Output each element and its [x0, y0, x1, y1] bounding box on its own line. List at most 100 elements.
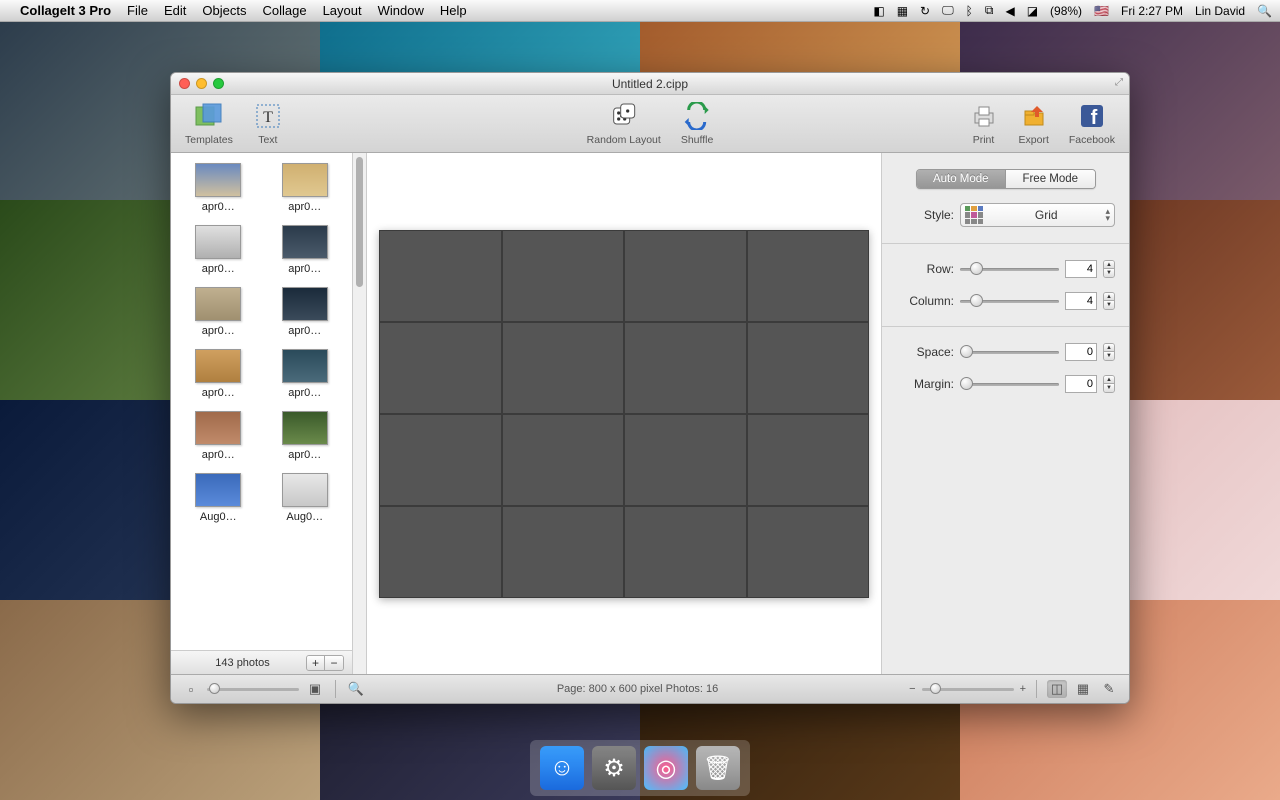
photo-thumb[interactable]: apr0…: [266, 411, 345, 461]
random-layout-label: Random Layout: [587, 134, 661, 146]
thumb-image: [282, 163, 328, 197]
thumb-label: apr0…: [188, 449, 248, 461]
collage-grid[interactable]: [379, 230, 869, 598]
thumb-image: [195, 473, 241, 507]
shuffle-label: Shuffle: [681, 134, 714, 146]
photo-thumb[interactable]: apr0…: [179, 411, 258, 461]
clock[interactable]: Fri 2:27 PM: [1121, 4, 1183, 18]
battery-icon[interactable]: ◪: [1027, 4, 1038, 18]
photo-thumb[interactable]: apr0…: [179, 287, 258, 337]
photo-thumb[interactable]: apr0…: [266, 349, 345, 399]
style-dropdown[interactable]: Grid ▴▾: [960, 203, 1115, 227]
dock-system-preferences[interactable]: ⚙: [592, 746, 636, 790]
margin-slider[interactable]: [960, 376, 1059, 392]
photo-sidebar: apr0…apr0…apr0…apr0…apr0…apr0…apr0…apr0……: [171, 153, 353, 674]
space-slider[interactable]: [960, 344, 1059, 360]
thumb-image: [282, 287, 328, 321]
space-input[interactable]: [1065, 343, 1097, 361]
zoom-minus[interactable]: −: [909, 683, 915, 695]
row-input[interactable]: [1065, 260, 1097, 278]
space-stepper[interactable]: ▲▼: [1103, 343, 1115, 361]
text-icon: T: [253, 101, 283, 131]
zoom-plus[interactable]: +: [1020, 683, 1026, 695]
photo-thumb[interactable]: Aug0…: [266, 473, 345, 523]
shuffle-button[interactable]: Shuffle: [681, 101, 714, 146]
window-titlebar[interactable]: Untitled 2.cipp ⤢: [171, 73, 1129, 95]
print-button[interactable]: Print: [969, 101, 999, 146]
mode-segmented-control[interactable]: Auto Mode Free Mode: [916, 169, 1096, 189]
user-menu[interactable]: Lin David: [1195, 4, 1245, 18]
column-slider[interactable]: [960, 293, 1059, 309]
thumb-label: apr0…: [275, 325, 335, 337]
add-photo-button[interactable]: +: [307, 656, 325, 670]
dock-app[interactable]: ◎: [644, 746, 688, 790]
window-title: Untitled 2.cipp: [171, 77, 1129, 91]
zoom-in-thumb-icon[interactable]: ▣: [305, 680, 325, 698]
export-label: Export: [1019, 134, 1049, 146]
menu-window[interactable]: Window: [378, 3, 424, 18]
menu-file[interactable]: File: [127, 3, 148, 18]
random-layout-button[interactable]: Random Layout: [587, 101, 661, 146]
page-info: Page: 800 x 600 pixel Photos: 16: [376, 683, 899, 695]
thumb-image: [195, 225, 241, 259]
margin-stepper[interactable]: ▲▼: [1103, 375, 1115, 393]
input-source-icon[interactable]: 🇺🇸: [1094, 4, 1109, 18]
row-slider[interactable]: [960, 261, 1059, 277]
row-stepper[interactable]: ▲▼: [1103, 260, 1115, 278]
menu-collage[interactable]: Collage: [262, 3, 306, 18]
bluetooth-icon[interactable]: ᛒ: [966, 4, 973, 18]
chevron-updown-icon: ▴▾: [1105, 208, 1110, 222]
menu-layout[interactable]: Layout: [323, 3, 362, 18]
facebook-button[interactable]: f Facebook: [1069, 101, 1115, 146]
remove-photo-button[interactable]: −: [325, 656, 343, 670]
photo-thumb[interactable]: apr0…: [179, 349, 258, 399]
photo-thumb[interactable]: apr0…: [266, 287, 345, 337]
dock-trash[interactable]: 🗑: [696, 746, 740, 790]
text-button[interactable]: T Text: [253, 101, 283, 146]
fullscreen-icon[interactable]: ⤢: [1115, 77, 1123, 88]
zoom-out-thumb-icon[interactable]: ▫: [181, 680, 201, 698]
photo-thumb[interactable]: apr0…: [266, 163, 345, 213]
column-input[interactable]: [1065, 292, 1097, 310]
dock-finder[interactable]: ☺: [540, 746, 584, 790]
battery-percent: (98%): [1050, 4, 1082, 18]
auto-mode-tab[interactable]: Auto Mode: [917, 170, 1007, 188]
photo-thumb[interactable]: apr0…: [179, 225, 258, 275]
dock: ☺ ⚙ ◎ 🗑: [530, 740, 750, 796]
zoom-reset-icon[interactable]: 🔍: [346, 680, 366, 698]
collage-canvas[interactable]: [367, 153, 881, 674]
menu-edit[interactable]: Edit: [164, 3, 186, 18]
photo-thumb[interactable]: apr0…: [179, 163, 258, 213]
photo-thumb[interactable]: Aug0…: [179, 473, 258, 523]
window-minimize-button[interactable]: [196, 78, 207, 89]
window-close-button[interactable]: [179, 78, 190, 89]
thumb-label: apr0…: [188, 387, 248, 399]
sidebar-scrollbar[interactable]: [353, 153, 367, 674]
status-icon[interactable]: ▦: [897, 4, 908, 18]
thumb-label: apr0…: [188, 325, 248, 337]
templates-label: Templates: [185, 134, 233, 146]
export-button[interactable]: Export: [1019, 101, 1049, 146]
view-layout-icon[interactable]: ◫: [1047, 680, 1067, 698]
canvas-zoom-slider[interactable]: [922, 682, 1014, 696]
timemachine-icon[interactable]: ↻: [920, 4, 930, 18]
display-icon[interactable]: 🖵: [942, 3, 954, 18]
column-stepper[interactable]: ▲▼: [1103, 292, 1115, 310]
wifi-icon[interactable]: ⧉: [985, 3, 994, 18]
print-label: Print: [973, 134, 995, 146]
view-grid-icon[interactable]: ▦: [1073, 680, 1093, 698]
window-zoom-button[interactable]: [213, 78, 224, 89]
menu-help[interactable]: Help: [440, 3, 467, 18]
spotlight-icon[interactable]: 🔍: [1257, 4, 1272, 18]
margin-input[interactable]: [1065, 375, 1097, 393]
thumb-label: Aug0…: [188, 511, 248, 523]
photo-thumb[interactable]: apr0…: [266, 225, 345, 275]
dropbox-icon[interactable]: ◧: [873, 4, 884, 18]
view-edit-icon[interactable]: ✎: [1099, 680, 1119, 698]
app-menu[interactable]: CollageIt 3 Pro: [20, 3, 111, 18]
free-mode-tab[interactable]: Free Mode: [1006, 170, 1095, 188]
menu-objects[interactable]: Objects: [202, 3, 246, 18]
templates-button[interactable]: Templates: [185, 101, 233, 146]
volume-icon[interactable]: ◀: [1005, 4, 1014, 18]
thumb-zoom-slider[interactable]: [207, 682, 299, 696]
